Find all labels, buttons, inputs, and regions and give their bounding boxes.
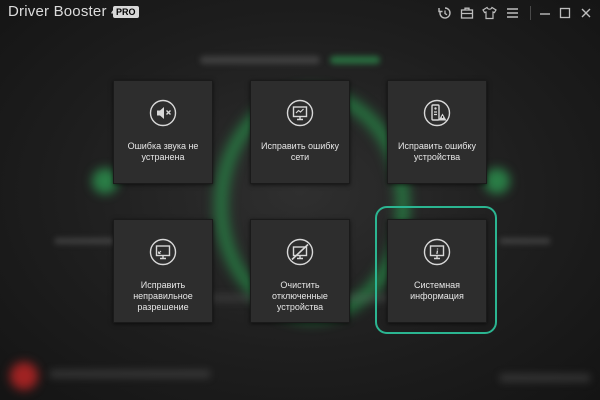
toolbox-icon[interactable] [458, 4, 476, 22]
close-icon[interactable] [577, 4, 595, 22]
background-blur [330, 56, 380, 64]
background-blur [500, 374, 590, 382]
background-blur [50, 370, 210, 378]
tool-tile-system-info[interactable]: Системная информация [387, 219, 487, 323]
menu-icon[interactable] [503, 4, 521, 22]
tool-tile-label: Исправить неправильное разрешение [133, 280, 193, 312]
pro-badge: PRO [113, 6, 139, 18]
tool-tile-fix-resolution[interactable]: Исправить неправильное разрешение [113, 219, 213, 323]
tool-tile-fix-network[interactable]: Исправить ошибку сети [250, 80, 350, 184]
tool-tile-fix-no-sound[interactable]: Ошибка звука не устранена [113, 80, 213, 184]
tool-tile-label: Системная информация [410, 280, 464, 301]
background-blur [500, 238, 550, 244]
background-blur [55, 238, 115, 244]
background-blur [10, 362, 38, 390]
maximize-icon[interactable] [556, 4, 574, 22]
skin-shirt-icon[interactable] [480, 4, 498, 22]
tool-tile-label: Ошибка звука не устранена [127, 141, 199, 162]
background-blur [200, 56, 320, 64]
device-warning-icon [423, 99, 451, 127]
app-window: Driver Booster 4.5 PRO Ошибка звука не у… [0, 0, 600, 400]
sound-mute-icon [149, 99, 177, 127]
network-monitor-icon [286, 99, 314, 127]
restore-history-icon[interactable] [436, 4, 454, 22]
tool-tile-label: Очистить отключенные устройства [272, 280, 328, 312]
disabled-device-icon [286, 238, 314, 266]
toolbar-separator [530, 6, 531, 20]
title-bar: Driver Booster 4.5 PRO [0, 0, 600, 26]
background-blur [484, 168, 510, 194]
tool-tile-clean-disabled-devices[interactable]: Очистить отключенные устройства [250, 219, 350, 323]
minimize-icon[interactable] [536, 4, 554, 22]
system-info-icon [423, 238, 451, 266]
tool-tile-label: Исправить ошибку сети [261, 141, 339, 162]
tool-tile-label: Исправить ошибку устройства [398, 141, 476, 162]
tool-tile-fix-device[interactable]: Исправить ошибку устройства [387, 80, 487, 184]
display-resolution-icon [149, 238, 177, 266]
